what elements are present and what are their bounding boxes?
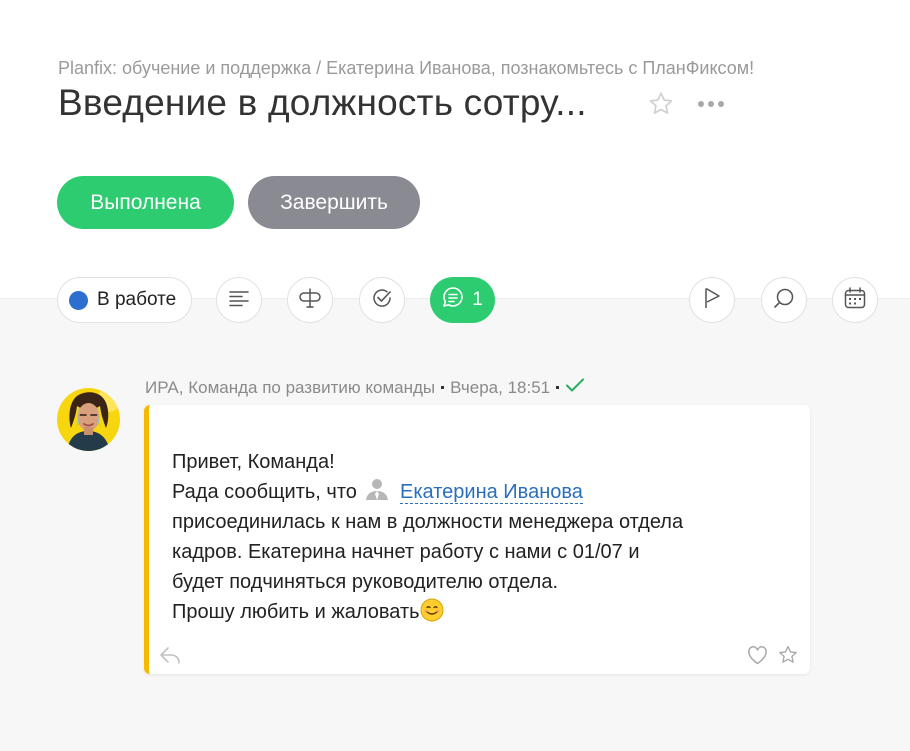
chat-icon (442, 286, 464, 314)
comment-card: Привет, Команда! Рада сообщить, что Екат… (144, 405, 810, 674)
comment-line: Прошу любить и жаловать (172, 597, 772, 627)
done-button[interactable]: Выполнена (57, 176, 234, 229)
user-icon (364, 477, 390, 501)
search-button[interactable] (761, 277, 807, 323)
comment-line: Привет, Команда! (172, 451, 335, 473)
comment-line-text: Прошу любить и жаловать (172, 601, 420, 623)
breadcrumb[interactable]: Planfix: обучение и поддержка / Екатерин… (58, 58, 754, 79)
page-title: Введение в должность сотру... (58, 82, 587, 123)
comments-button[interactable]: 1 (430, 277, 495, 323)
meta-separator (441, 386, 445, 389)
comment-time: Вчера, 18:51 (450, 377, 551, 397)
comment-meta: ИРА, Команда по развитию команды Вчера, … (145, 377, 585, 398)
meta-separator (556, 386, 560, 389)
status-label: В работе (97, 289, 177, 310)
comment-line: Рада сообщить, что Екатерина Иванова (172, 477, 772, 507)
calendar-icon (843, 286, 867, 315)
description-icon (228, 289, 250, 312)
star-icon[interactable] (647, 90, 675, 118)
reply-icon[interactable] (159, 645, 181, 665)
comments-count: 1 (472, 289, 483, 310)
comment-line: кадров. Екатерина начнет работу с нами с… (172, 541, 640, 563)
status-selector[interactable]: В работе (57, 277, 192, 323)
search-icon (772, 286, 796, 315)
comment-author[interactable]: ИРА, Команда по развитию команды (145, 378, 435, 398)
smile-emoji-icon (420, 598, 444, 622)
checklist-icon (370, 286, 394, 315)
fields-icon (298, 287, 322, 314)
user-mention-link[interactable]: Екатерина Иванова (400, 481, 583, 504)
comment-line: будет подчиняться руководителю отдела. (172, 571, 559, 593)
flag-icon (701, 286, 723, 315)
favorite-star-icon[interactable] (777, 644, 799, 666)
checklist-button[interactable] (359, 277, 405, 323)
calendar-button[interactable] (832, 277, 878, 323)
avatar[interactable] (57, 388, 120, 451)
flag-button[interactable] (689, 277, 735, 323)
comment-line: присоединилась к нам в должности менедже… (172, 511, 684, 533)
description-button[interactable] (216, 277, 262, 323)
more-icon[interactable] (696, 92, 726, 116)
fields-button[interactable] (287, 277, 333, 323)
status-dot (69, 290, 88, 310)
task-header (0, 0, 910, 298)
read-check-icon (565, 377, 585, 398)
finish-button[interactable]: Завершить (248, 176, 420, 229)
comment-line-prefix: Рада сообщить, что (172, 481, 357, 503)
heart-icon[interactable] (747, 646, 768, 665)
comment-text: Привет, Команда! Рада сообщить, что Екат… (172, 447, 772, 627)
